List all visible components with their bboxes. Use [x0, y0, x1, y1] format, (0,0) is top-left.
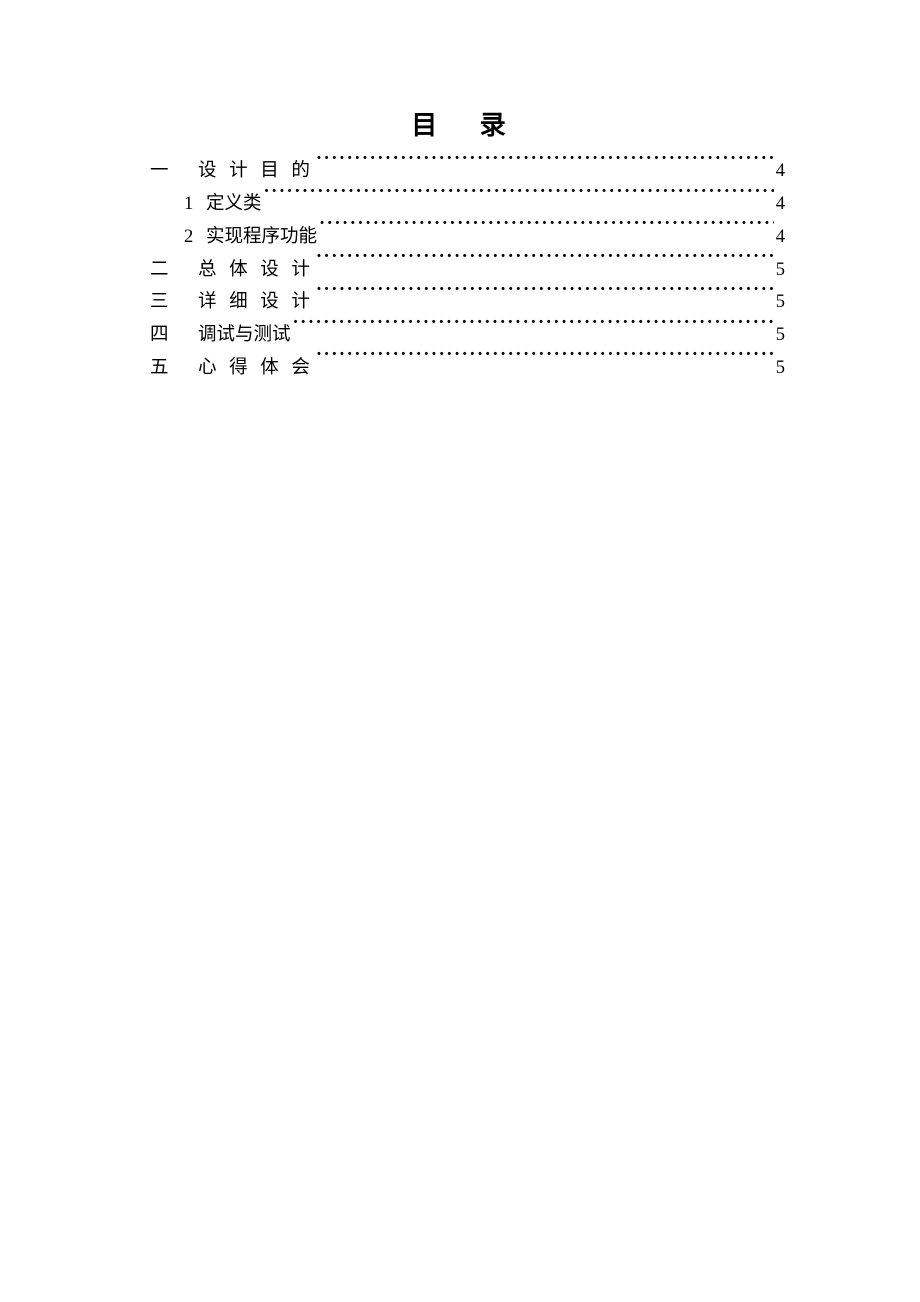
toc-entry-number: 五: [150, 354, 198, 384]
toc-entry-number: 一: [150, 157, 198, 187]
document-page: 目 录 一设 计 目 的41定义类42实现程序功能4二总 体 设 计5三详 细 …: [0, 0, 920, 383]
toc-leader-dots: [316, 351, 774, 373]
toc-leader-dots: [316, 154, 774, 176]
toc-entry-label: 心 得 体 会: [198, 354, 314, 384]
toc-entry: 2实现程序功能 4: [150, 220, 785, 253]
toc-entry-page: 4: [776, 157, 785, 187]
toc-entry: 五心 得 体 会 5: [150, 351, 785, 384]
toc-entry-number: 三: [150, 288, 198, 318]
toc-entry-page: 4: [776, 223, 785, 253]
toc-entry-label: 总 体 设 计: [198, 256, 314, 286]
toc-entry: 三详 细 设 计 5: [150, 285, 785, 318]
toc-entry: 四调试与测试 5: [150, 318, 785, 351]
toc-leader-dots: [293, 318, 774, 340]
toc-entry-label: 设 计 目 的: [198, 157, 314, 187]
toc-entry-number: 2: [184, 223, 206, 253]
toc-title: 目 录: [150, 105, 785, 142]
toc-list: 一设 计 目 的 4 1定义类 4 2实现程序功能 4 二总 体 设 计 5 三详 细 设 计 5…: [150, 154, 785, 383]
toc-entry-label: 定义类: [206, 190, 262, 220]
toc-leader-dots: [316, 285, 774, 307]
toc-entry-page: 5: [776, 288, 785, 318]
toc-leader-dots: [319, 220, 774, 242]
toc-entry-number: 1: [184, 190, 206, 220]
toc-entry-page: 5: [776, 321, 785, 351]
toc-entry: 二总 体 设 计 5: [150, 252, 785, 285]
toc-entry-label: 调试与测试: [198, 321, 291, 351]
toc-leader-dots: [264, 187, 774, 209]
toc-entry: 1定义类 4: [150, 187, 785, 220]
toc-entry-page: 5: [776, 256, 785, 286]
toc-entry-page: 5: [776, 354, 785, 384]
toc-entry-number: 四: [150, 321, 198, 351]
toc-entry: 一设 计 目 的 4: [150, 154, 785, 187]
toc-leader-dots: [316, 252, 774, 274]
toc-entry-page: 4: [776, 190, 785, 220]
toc-entry-number: 二: [150, 256, 198, 286]
toc-entry-label: 详 细 设 计: [198, 288, 314, 318]
toc-entry-label: 实现程序功能: [206, 223, 317, 253]
